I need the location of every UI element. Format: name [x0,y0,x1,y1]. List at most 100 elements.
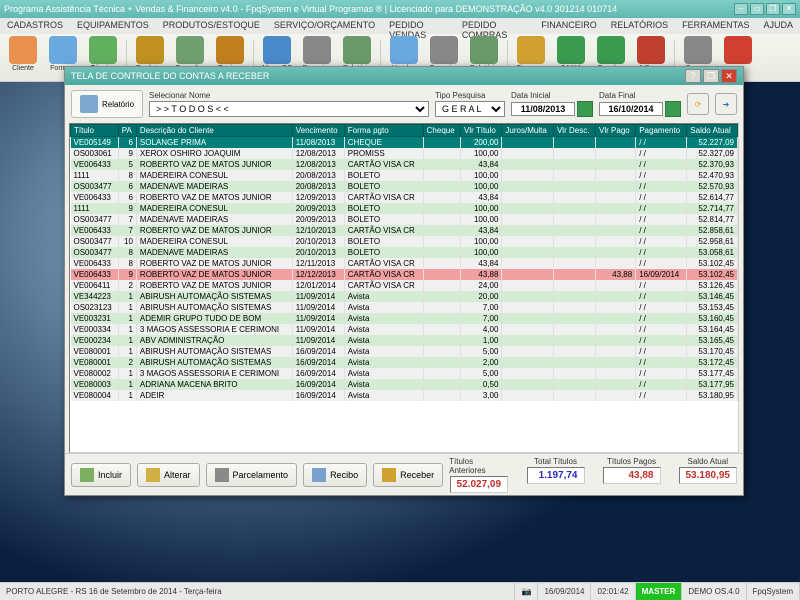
toolbar-icon [724,36,752,64]
edit-icon [146,468,160,482]
column-header[interactable]: Descrição do Cliente [136,125,292,137]
toolbar-icon [49,36,77,64]
table-row[interactable]: VE0002341ABV ADMINISTRAÇÃO11/09/2014Avis… [71,335,738,346]
table-row[interactable]: OS00347710MADEREIRA CONESUL20/10/2013BOL… [71,236,738,247]
restore-icon[interactable]: ❐ [766,3,780,15]
maximize-icon[interactable]: ▭ [750,3,764,15]
next-button[interactable]: ➜ [715,93,737,115]
alter-button[interactable]: Alterar [137,463,200,487]
calendar-icon[interactable] [577,101,593,117]
table-row[interactable]: VE0051496SOLANGE PRIMA11/08/2013CHEQUE20… [71,137,738,148]
status-brand: FpqSystem [747,583,800,600]
table-row[interactable]: VE0064339ROBERTO VAZ DE MATOS JUNIOR12/1… [71,269,738,280]
dialog-titlebar: TELA DE CONTROLE DO CONTAS A RECEBER ? ❐… [65,67,743,85]
menu-item[interactable]: FINANCEIRO [534,18,604,34]
column-header[interactable]: Cheque [423,125,460,137]
date-start-label: Data Inicial [511,91,593,100]
date-end-input[interactable] [599,102,663,116]
menu-item[interactable]: FERRAMENTAS [675,18,756,34]
table-row[interactable]: OS0034777MADENAVE MADEIRAS20/09/2013BOLE… [71,214,738,225]
search-type-select[interactable]: G E R A L [435,101,505,117]
table-row[interactable]: OS0034778MADENAVE MADEIRAS20/10/2013BOLE… [71,247,738,258]
minimize-icon[interactable]: – [734,3,748,15]
name-select[interactable]: > > T O D O S < < [149,101,429,117]
table-row[interactable]: 11118MADEREIRA CONESUL20/08/2013BOLETO10… [71,170,738,181]
menu-item[interactable]: EQUIPAMENTOS [70,18,156,34]
toolbar-cliente[interactable]: Cliente [4,36,42,80]
status-icon: 📷 [515,583,538,600]
menu-item[interactable]: AJUDA [756,18,800,34]
column-header[interactable]: Vlr Desc. [553,125,595,137]
menu-item[interactable]: PEDIDO VENDAS [382,18,455,34]
column-header[interactable]: Vlr Título [460,125,501,137]
column-header[interactable]: Pagamento [636,125,687,137]
dialog-bottom-bar: Incluir Alterar Parcelamento Recibo Rece… [65,453,743,495]
toolbar-icon [597,36,625,64]
dialog-help-icon[interactable]: ? [685,69,701,83]
table-row[interactable]: VE0064335ROBERTO VAZ DE MATOS JUNIOR12/0… [71,159,738,170]
table-row[interactable]: VE0800041ADEIR16/09/2014Avista3,00/ /53.… [71,390,738,401]
search-type-label: Tipo Pesquisa [435,91,505,100]
arrow-right-icon: ➜ [723,100,730,109]
statusbar: PORTO ALEGRE - RS 16 de Setembro de 2014… [0,582,800,600]
toolbar-icon [343,36,371,64]
menu-item[interactable]: PEDIDO COMPRAS [455,18,534,34]
column-header[interactable]: Forma pgto [344,125,423,137]
include-button[interactable]: Incluir [71,463,131,487]
menu-item[interactable]: PRODUTOS/ESTOQUE [156,18,267,34]
table-row[interactable]: OS0231231ABIRUSH AUTOMAÇÃO SISTEMAS11/09… [71,302,738,313]
printer-icon [80,95,98,113]
table-row[interactable]: OS0030619XEROX OSHIRO JOAQUIM12/08/2013P… [71,148,738,159]
app-title: Programa Assistência Técnica + Vendas & … [4,4,734,14]
status-city: PORTO ALEGRE - RS 16 de Setembro de 2014… [0,583,515,600]
table-row[interactable]: VE0800031ADRIANA MACENA BRITO16/09/2014A… [71,379,738,390]
menu-item[interactable]: CADASTROS [0,18,70,34]
receive-button[interactable]: Receber [373,463,443,487]
total-titles-value: 1.197,74 [527,467,585,484]
column-header[interactable]: Vlr Pago [596,125,636,137]
report-button[interactable]: Relatório [71,90,143,118]
column-header[interactable]: Juros/Multa [502,125,554,137]
date-start-input[interactable] [511,102,575,116]
menu-item[interactable]: SERVIÇO/ORÇAMENTO [267,18,382,34]
dialog-restore-icon[interactable]: ❐ [703,69,719,83]
installment-button[interactable]: Parcelamento [206,463,298,487]
table-row[interactable]: VE0800011ABIRUSH AUTOMAÇÃO SISTEMAS16/09… [71,346,738,357]
total-paid-value: 43,88 [603,467,661,484]
toolbar-icon [430,36,458,64]
receivables-grid[interactable]: TítuloPADescrição do ClienteVencimentoFo… [69,123,739,453]
menu-item[interactable]: RELATÓRIOS [604,18,675,34]
status-date: 16/09/2014 [538,583,591,600]
receipt-button[interactable]: Recibo [303,463,367,487]
table-row[interactable]: VE0064338ROBERTO VAZ DE MATOS JUNIOR12/1… [71,258,738,269]
toolbar-icon [136,36,164,64]
dialog-toolbar: Relatório Selecionar Nome > > T O D O S … [65,85,743,123]
table-row[interactable]: VE08000213 MAGOS ASSESSORIA E CERIMONI16… [71,368,738,379]
status-demo: DEMO OS.4.0 [682,583,746,600]
status-time: 02:01:42 [591,583,635,600]
status-user: MASTER [636,583,683,600]
receivables-dialog: TELA DE CONTROLE DO CONTAS A RECEBER ? ❐… [64,66,744,496]
column-header[interactable]: Título [71,125,119,137]
toolbar-icon [470,36,498,64]
column-header[interactable]: Saldo Atual [687,125,738,137]
coins-icon [382,468,396,482]
table-row[interactable]: VE0064336ROBERTO VAZ DE MATOS JUNIOR12/0… [71,192,738,203]
column-header[interactable]: PA [118,125,136,137]
toolbar-icon [390,36,418,64]
table-row[interactable]: VE0064337ROBERTO VAZ DE MATOS JUNIOR12/1… [71,225,738,236]
receipt-icon [312,468,326,482]
table-row[interactable]: VE3442231ABIRUSH AUTOMAÇÃO SISTEMAS11/09… [71,291,738,302]
close-icon[interactable]: ✕ [782,3,796,15]
dialog-close-icon[interactable]: ✕ [721,69,737,83]
toolbar-icon [89,36,117,64]
table-row[interactable]: VE00033413 MAGOS ASSESSORIA E CERIMONI11… [71,324,738,335]
column-header[interactable]: Vencimento [292,125,344,137]
table-row[interactable]: VE0064112ROBERTO VAZ DE MATOS JUNIOR12/0… [71,280,738,291]
table-row[interactable]: 11119MADEREIRA CONESUL20/09/2013BOLETO10… [71,203,738,214]
table-row[interactable]: VE0032311ADEMIR GRUPO TUDO DE BOM11/09/2… [71,313,738,324]
calendar-icon[interactable] [665,101,681,117]
refresh-button[interactable]: ⟳ [687,93,709,115]
table-row[interactable]: VE0800012ABIRUSH AUTOMAÇÃO SISTEMAS16/09… [71,357,738,368]
table-row[interactable]: OS0034776MADENAVE MADEIRAS20/08/2013BOLE… [71,181,738,192]
